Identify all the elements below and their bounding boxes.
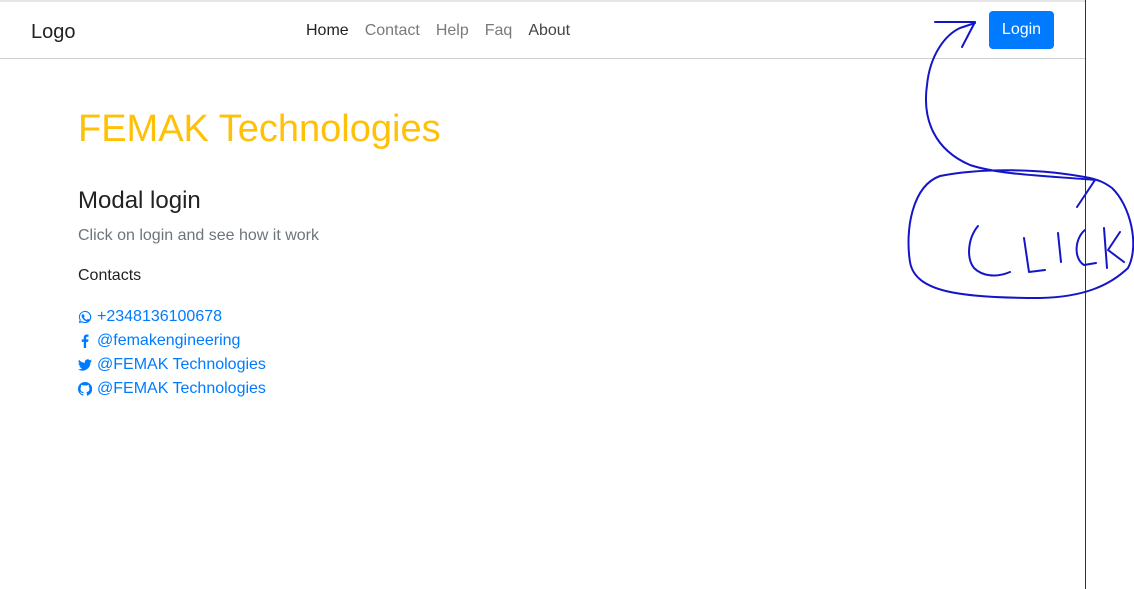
contacts-label: Contacts xyxy=(78,267,142,284)
section-subtitle: Click on login and see how it work xyxy=(78,227,320,244)
facebook-icon xyxy=(78,334,92,348)
hero-title: FEMAK Technologies xyxy=(78,108,441,150)
contact-whatsapp-link[interactable]: +2348136100678 xyxy=(78,305,266,329)
window-edge xyxy=(1085,0,1086,589)
section-heading: Modal login xyxy=(78,187,201,214)
nav-links: Home Contact Help Faq About xyxy=(306,22,586,40)
nav-link-home[interactable]: Home xyxy=(306,22,349,40)
contact-list: +2348136100678 @femakengineering @FEMAK … xyxy=(78,305,266,401)
nav-link-about[interactable]: About xyxy=(528,22,570,40)
annotation-letter-k-stem xyxy=(1103,227,1108,269)
contact-whatsapp-text: +2348136100678 xyxy=(97,308,223,325)
page: Logo Home Contact Help Faq About Login F… xyxy=(0,0,1085,589)
whatsapp-icon xyxy=(78,310,92,324)
twitter-icon xyxy=(78,358,92,372)
login-button[interactable]: Login xyxy=(989,11,1054,49)
contact-github-link[interactable]: @FEMAK Technologies xyxy=(78,377,266,401)
navbar: Logo Home Contact Help Faq About Login xyxy=(0,2,1085,59)
nav-link-contact[interactable]: Contact xyxy=(365,22,420,40)
nav-link-help[interactable]: Help xyxy=(436,22,469,40)
contact-facebook-text: @femakengineering xyxy=(97,332,241,349)
brand-logo[interactable]: Logo xyxy=(31,21,76,44)
contact-github-text: @FEMAK Technologies xyxy=(97,380,266,397)
contact-twitter-text: @FEMAK Technologies xyxy=(97,356,266,373)
github-icon xyxy=(78,382,92,396)
annotation-letter-k-arms xyxy=(1107,231,1125,263)
contact-twitter-link[interactable]: @FEMAK Technologies xyxy=(78,353,266,377)
nav-link-faq[interactable]: Faq xyxy=(485,22,513,40)
contact-facebook-link[interactable]: @femakengineering xyxy=(78,329,266,353)
